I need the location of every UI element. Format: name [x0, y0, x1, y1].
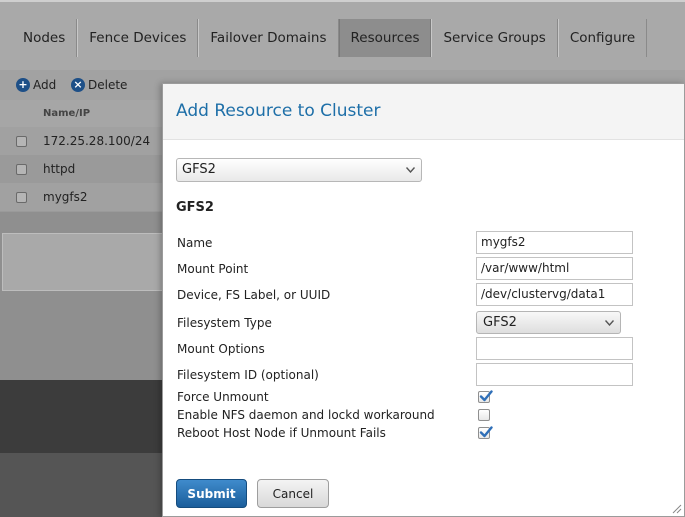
name-label: Name: [177, 236, 213, 250]
submit-button[interactable]: Submit: [176, 479, 247, 508]
section-title: GFS2: [176, 200, 214, 215]
name-input[interactable]: mygfs2: [476, 231, 633, 254]
resource-type-select[interactable]: GFS2: [176, 158, 422, 182]
mount-options-label: Mount Options: [177, 342, 265, 356]
tab-configure[interactable]: Configure: [557, 19, 648, 57]
tab-failover-domains[interactable]: Failover Domains: [198, 19, 339, 57]
device-label: Device, FS Label, or UUID: [177, 288, 331, 302]
plus-icon: +: [16, 78, 30, 92]
mount-point-input[interactable]: /var/www/html: [476, 257, 633, 280]
fs-type-value: GFS2: [483, 315, 517, 330]
fs-id-label: Filesystem ID (optional): [177, 368, 319, 382]
checkmark-icon: [479, 390, 493, 402]
chevron-down-icon: [406, 167, 415, 173]
list-item[interactable]: mygfs2: [0, 183, 163, 211]
resize-grip-icon[interactable]: [672, 504, 682, 514]
cancel-button[interactable]: Cancel: [257, 479, 329, 508]
reboot-host-label: Reboot Host Node if Unmount Fails: [177, 426, 386, 440]
tab-fence-devices[interactable]: Fence Devices: [77, 19, 199, 57]
row-checkbox[interactable]: [16, 192, 27, 203]
dialog-header: Add Resource to Cluster: [163, 84, 684, 140]
tab-service-groups[interactable]: Service Groups: [431, 19, 558, 57]
mount-point-label: Mount Point: [177, 262, 249, 276]
resource-name: 172.25.28.100/24: [43, 134, 151, 148]
top-navigation: Nodes Fence Devices Failover Domains Res…: [0, 0, 685, 70]
column-header-name-ip: Name/IP: [0, 100, 163, 127]
nfs-workaround-label: Enable NFS daemon and lockd workaround: [177, 408, 435, 422]
fs-type-label: Filesystem Type: [177, 316, 272, 330]
dialog-title: Add Resource to Cluster: [176, 101, 381, 121]
force-unmount-checkbox[interactable]: [478, 390, 493, 403]
fs-type-select[interactable]: GFS2: [476, 311, 621, 334]
resource-list: Name/IP 172.25.28.100/24 httpd mygfs2: [0, 100, 163, 212]
add-button[interactable]: + Add: [16, 78, 56, 92]
mount-options-input[interactable]: [476, 337, 633, 360]
delete-label: Delete: [88, 78, 128, 92]
fs-id-input[interactable]: [476, 363, 633, 386]
checkmark-icon: [479, 426, 493, 438]
chevron-down-icon: [605, 320, 614, 326]
nav-tabs: Nodes Fence Devices Failover Domains Res…: [12, 19, 648, 57]
list-item[interactable]: httpd: [0, 155, 163, 183]
tab-nodes[interactable]: Nodes: [12, 19, 78, 57]
list-item[interactable]: 172.25.28.100/24: [0, 127, 163, 155]
nfs-workaround-checkbox[interactable]: [478, 409, 490, 421]
row-checkbox[interactable]: [16, 164, 27, 175]
detail-panel: [2, 233, 163, 291]
tab-resources[interactable]: Resources: [338, 19, 432, 57]
delete-button[interactable]: × Delete: [71, 78, 127, 92]
resource-name: mygfs2: [43, 190, 88, 204]
device-input[interactable]: /dev/clustervg/data1: [476, 283, 633, 306]
reboot-host-checkbox[interactable]: [478, 426, 493, 439]
row-checkbox[interactable]: [16, 136, 27, 147]
add-label: Add: [33, 78, 57, 92]
add-resource-dialog: Add Resource to Cluster GFS2 GFS2 Name m…: [162, 83, 685, 517]
force-unmount-label: Force Unmount: [177, 390, 269, 404]
delete-icon: ×: [71, 78, 85, 92]
resource-name: httpd: [43, 162, 76, 176]
resource-type-value: GFS2: [182, 162, 216, 177]
